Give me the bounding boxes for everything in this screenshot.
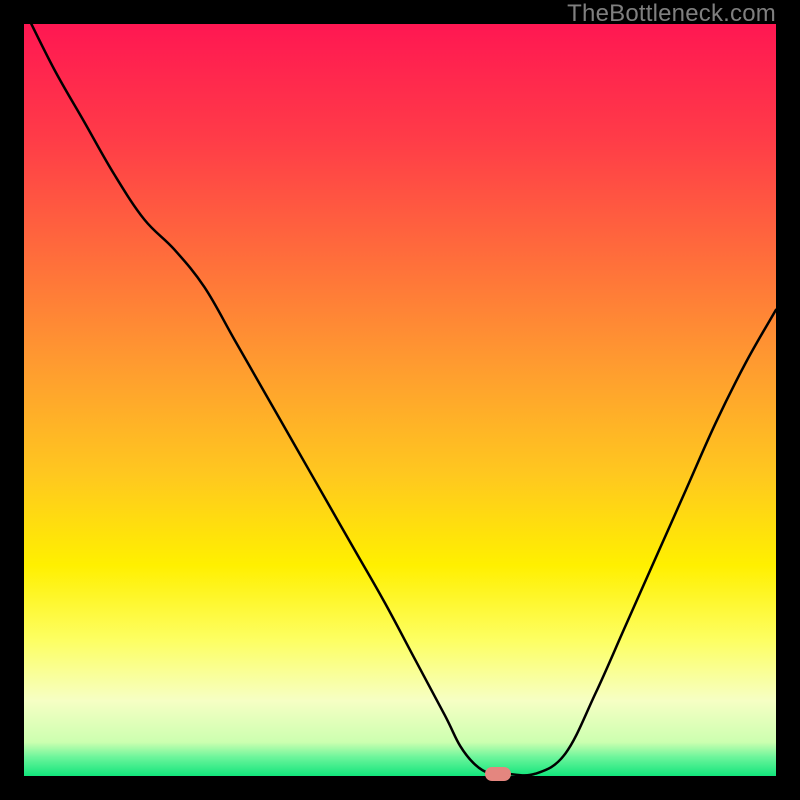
optimal-point-marker [485, 767, 511, 781]
chart-plot-area [24, 24, 776, 776]
bottleneck-curve [24, 24, 776, 776]
